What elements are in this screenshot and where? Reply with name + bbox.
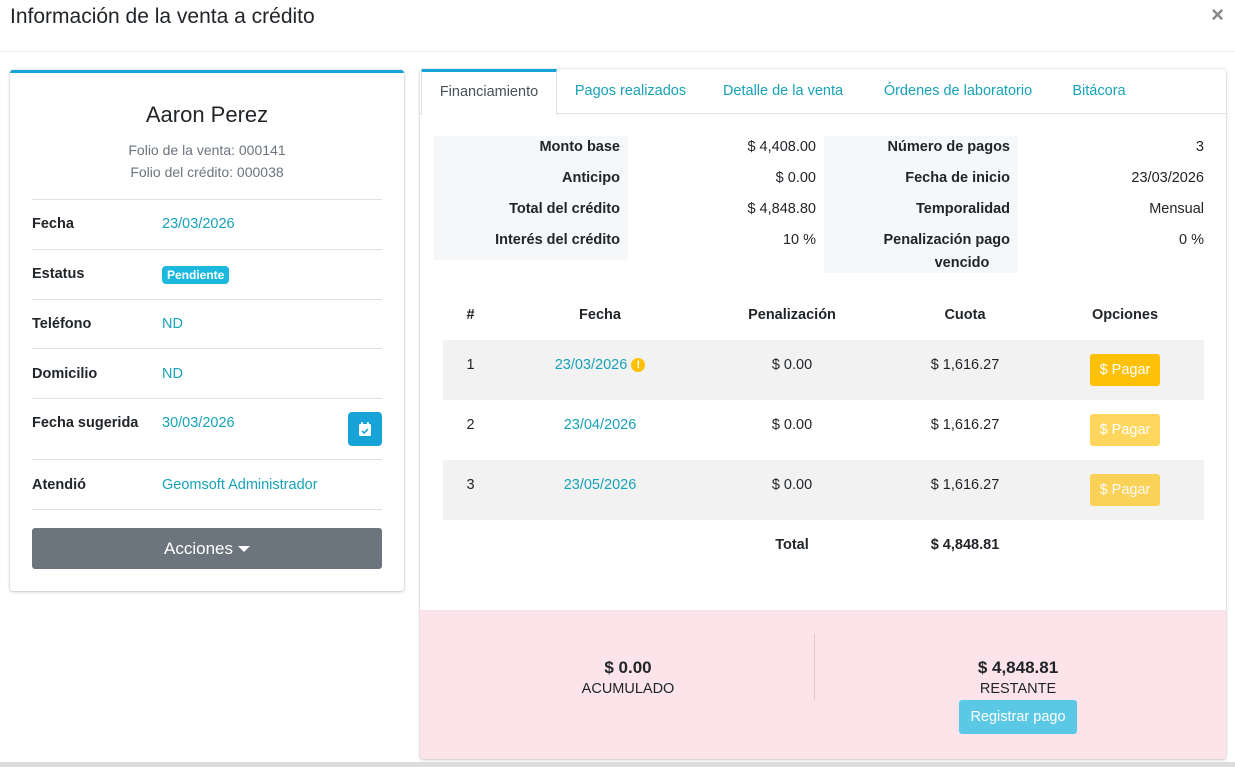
acumulado-label: ACUMULADO (581, 681, 675, 697)
background-page-strip (0, 762, 1235, 767)
acumulado-amount: $ 0.00 (604, 658, 652, 677)
row-fecha-text: 23/03/2026 (554, 357, 628, 373)
tab-ordenes-laboratorio[interactable]: Órdenes de laboratorio (870, 69, 1046, 114)
info-row-atendio: Atendió Geomsoft Administrador (32, 459, 382, 510)
row-fecha[interactable]: 23/03/2026! (530, 357, 670, 373)
pagar-label: $ Pagar (1099, 482, 1151, 498)
anticipo-value: $ 0.00 (775, 170, 816, 186)
registrar-pago-label: Registrar pago (970, 709, 1066, 725)
numero-pagos-value: 3 (1195, 139, 1204, 155)
estatus-label: Estatus (32, 266, 85, 282)
atendio-value: Geomsoft Administrador (162, 477, 318, 493)
fecha-value: 23/03/2026 (162, 216, 235, 232)
info-row-domicilio: Domicilio ND (32, 348, 382, 398)
row-fecha[interactable]: 23/05/2026 (530, 477, 670, 493)
total-credito-value: $ 4,848.80 (747, 201, 816, 217)
close-icon[interactable]: × (1211, 3, 1224, 27)
row-penalizacion: $ 0.00 (771, 477, 813, 493)
total-value: $ 4,848.81 (930, 537, 1000, 553)
row-cuota: $ 1,616.27 (930, 417, 1000, 433)
details-card: Financiamiento Pagos realizados Detalle … (420, 69, 1226, 759)
restante-amount: $ 4,848.81 (977, 658, 1059, 677)
registrar-pago-button[interactable]: Registrar pago (959, 700, 1077, 734)
info-row-fecha: Fecha 23/03/2026 (32, 199, 382, 249)
fecha-inicio-value: 23/03/2026 (1131, 170, 1204, 186)
fecha-inicio-label: Fecha de inicio (905, 170, 1010, 186)
tab-bar: Financiamiento Pagos realizados Detalle … (420, 69, 1226, 115)
modal-title: Información de la venta a crédito (10, 5, 315, 28)
row-penalizacion: $ 0.00 (771, 357, 813, 373)
caret-down-icon (237, 545, 250, 552)
monto-base-label: Monto base (539, 139, 620, 155)
acciones-label: Acciones (164, 538, 233, 558)
row-cuota: $ 1,616.27 (930, 357, 1000, 373)
summary-divider (814, 634, 815, 700)
exclamation-circle-icon: ! (631, 358, 646, 373)
table-row: 1 23/03/2026! $ 0.00 $ 1,616.27 $ Pagar (443, 340, 1204, 400)
calendar-check-icon[interactable] (348, 412, 382, 446)
total-label: Total (775, 537, 809, 553)
interes-value: 10 % (782, 232, 816, 248)
row-penalizacion: $ 0.00 (771, 417, 813, 433)
th-cuota: Cuota (944, 307, 986, 323)
numero-pagos-label: Número de pagos (887, 139, 1010, 155)
status-badge: Pendiente (162, 266, 230, 284)
fecha-label: Fecha (32, 216, 74, 232)
info-row-fecha-sugerida: Fecha sugerida 30/03/2026 (32, 398, 382, 459)
client-name: Aaron Perez (145, 102, 269, 127)
temporalidad-value: Mensual (1149, 201, 1204, 217)
penalizacion-value: 0 % (1179, 232, 1204, 248)
th-fecha: Fecha (579, 307, 621, 323)
temporalidad-label: Temporalidad (916, 201, 1010, 217)
penalizacion-label-1: Penalización pago (883, 232, 1011, 248)
pagar-label: $ Pagar (1099, 422, 1151, 438)
tab-bitacora[interactable]: Bitácora (1062, 69, 1136, 114)
domicilio-label: Domicilio (32, 366, 98, 382)
modal-header: Información de la venta a crédito × (0, 0, 1235, 52)
th-num: # (466, 307, 475, 323)
row-cuota: $ 1,616.27 (930, 477, 1000, 493)
tab-financiamiento[interactable]: Financiamiento (421, 69, 557, 115)
fecha-sugerida-value: 30/03/2026 (162, 415, 235, 431)
calendar-check-svg (359, 422, 371, 436)
monto-base-value: $ 4,408.00 (747, 139, 816, 155)
info-row-telefono: Teléfono ND (32, 299, 382, 348)
pagar-button[interactable]: $ Pagar (1090, 354, 1160, 386)
pagar-button-disabled[interactable]: $ Pagar (1090, 414, 1160, 446)
table-row: 2 23/04/2026 $ 0.00 $ 1,616.27 $ Pagar (443, 400, 1204, 460)
pagar-label: $ Pagar (1099, 362, 1151, 378)
domicilio-value: ND (162, 366, 183, 382)
total-credito-label: Total del crédito (509, 201, 620, 217)
interes-label: Interés del crédito (495, 232, 620, 248)
th-opciones: Opciones (1091, 307, 1159, 323)
folio-credito: Folio del crédito: 000038 (130, 164, 284, 180)
info-row-estatus: Estatus Pendiente (32, 249, 382, 299)
payment-summary: $ 0.00 ACUMULADO $ 4,848.81 RESTANTE Reg… (420, 610, 1226, 759)
pagar-button-disabled[interactable]: $ Pagar (1090, 474, 1160, 506)
atendio-label: Atendió (32, 477, 86, 493)
telefono-value: ND (162, 316, 183, 332)
fecha-sugerida-label: Fecha sugerida (32, 415, 139, 431)
acciones-button[interactable]: Acciones (32, 528, 382, 569)
row-num: 1 (466, 357, 475, 373)
restante-label: RESTANTE (979, 681, 1057, 697)
tab-detalle-venta[interactable]: Detalle de la venta (712, 69, 854, 114)
row-fecha[interactable]: 23/04/2026 (530, 417, 670, 433)
client-card: Aaron Perez Folio de la venta: 000141 Fo… (10, 70, 404, 591)
tab-pagos-realizados[interactable]: Pagos realizados (565, 69, 696, 114)
folio-venta: Folio de la venta: 000141 (128, 142, 286, 158)
telefono-label: Teléfono (32, 316, 92, 332)
row-num: 2 (466, 417, 475, 433)
anticipo-label: Anticipo (562, 170, 620, 186)
row-num: 3 (466, 477, 475, 493)
penalizacion-label-2: vencido (934, 255, 990, 271)
th-penalizacion: Penalización (748, 307, 836, 323)
table-row: 3 23/05/2026 $ 0.00 $ 1,616.27 $ Pagar (443, 460, 1204, 520)
